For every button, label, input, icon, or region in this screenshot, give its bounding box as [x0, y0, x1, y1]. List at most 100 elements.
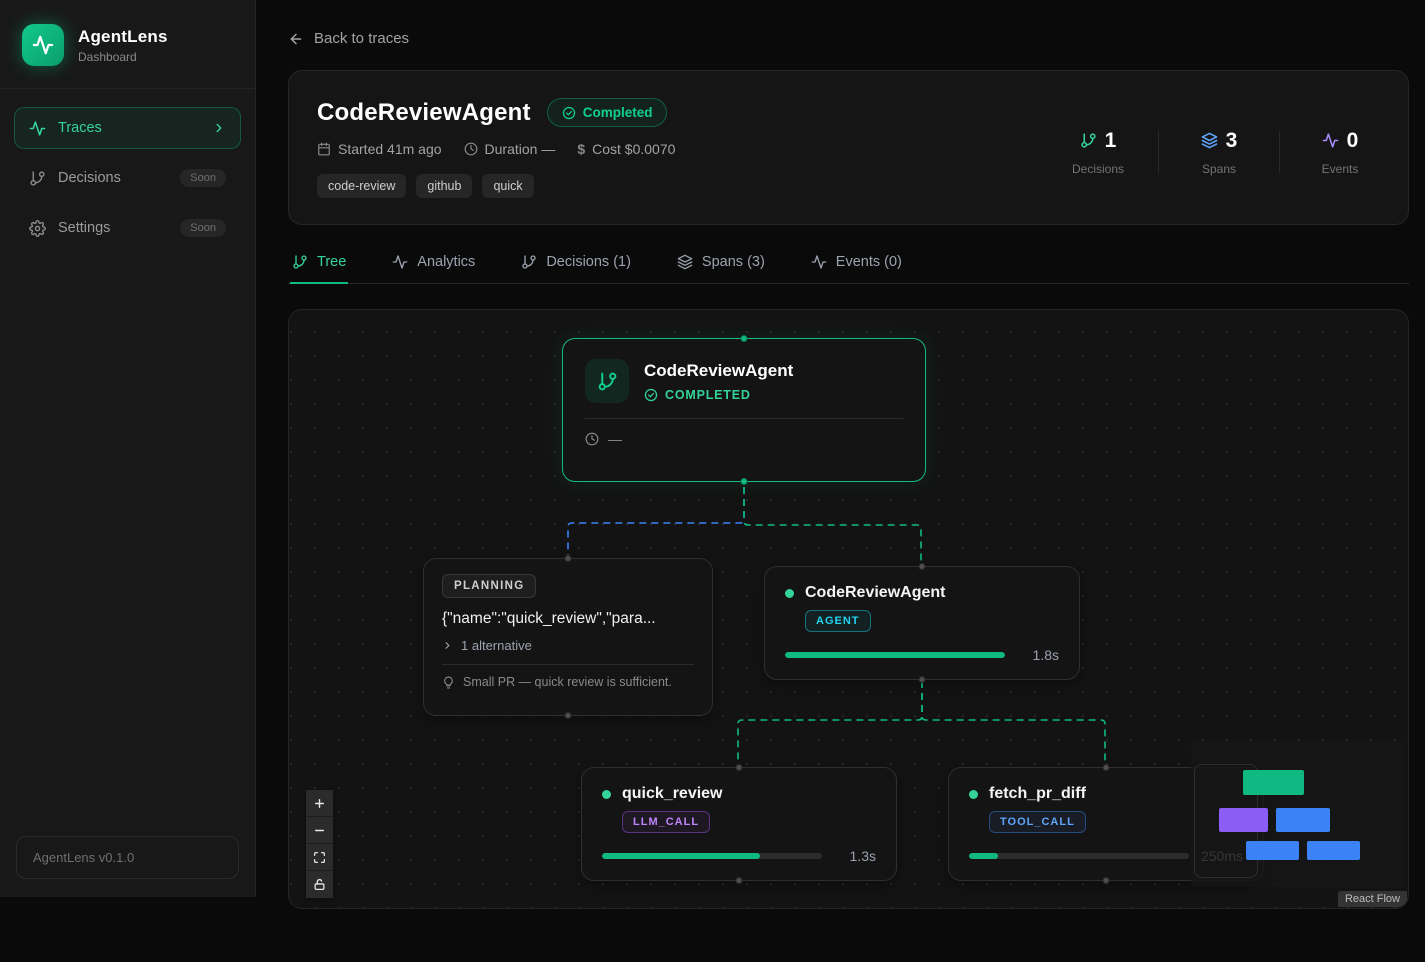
span-duration: 1.8s	[1017, 647, 1059, 663]
stat-label: Spans	[1202, 162, 1236, 176]
minimap-node-root	[1243, 770, 1304, 795]
node-root-agent[interactable]: CodeReviewAgent COMPLETED —	[562, 338, 926, 482]
clock-icon	[464, 142, 478, 156]
decision-type-badge: PLANNING	[442, 574, 536, 598]
fit-view-button[interactable]	[306, 844, 333, 871]
sidebar-header: AgentLens Dashboard	[0, 0, 255, 89]
decision-content: {"name":"quick_review","para...	[442, 610, 694, 628]
minimap-node-tool	[1307, 841, 1360, 860]
back-to-traces-link[interactable]: Back to traces	[288, 30, 409, 47]
nav-label: Settings	[58, 220, 168, 236]
flow-canvas[interactable]: CodeReviewAgent COMPLETED — PLANNING	[288, 309, 1409, 909]
calendar-icon	[317, 142, 331, 156]
node-handle	[741, 478, 748, 485]
soon-badge: Soon	[180, 219, 226, 237]
git-branch-icon	[597, 371, 618, 392]
nav-label: Traces	[58, 120, 200, 136]
minimap-node-agent	[1276, 808, 1330, 832]
fit-view-icon	[313, 851, 326, 864]
node-llm-span[interactable]: quick_review LLM_CALL 1.3s	[581, 767, 897, 881]
activity-icon	[1322, 132, 1339, 149]
node-title: CodeReviewAgent	[644, 361, 793, 381]
node-handle	[1103, 877, 1110, 884]
plus-icon	[313, 797, 326, 810]
chevron-right-icon	[442, 640, 453, 651]
tab-decisions[interactable]: Decisions (1)	[519, 248, 633, 283]
duration-bar-fill	[602, 853, 760, 859]
app-name: AgentLens	[78, 27, 168, 47]
main-content: Back to traces CodeReviewAgent Completed…	[256, 0, 1425, 962]
span-type-badge: LLM_CALL	[622, 811, 710, 833]
span-type-badge: TOOL_CALL	[989, 811, 1086, 833]
duration-bar-fill	[785, 652, 1005, 658]
back-label: Back to traces	[314, 30, 409, 47]
lock-button[interactable]	[306, 871, 333, 898]
node-title: quick_review	[622, 785, 723, 803]
git-branch-icon	[29, 170, 46, 187]
activity-icon	[29, 120, 46, 137]
tab-events[interactable]: Events (0)	[809, 248, 904, 283]
soon-badge: Soon	[180, 169, 226, 187]
stat-decisions: 1 Decisions	[1062, 129, 1134, 176]
sidebar-item-traces[interactable]: Traces	[14, 107, 241, 149]
clock-icon	[585, 432, 599, 446]
git-branch-icon	[292, 254, 308, 270]
stat-events: 0 Events	[1304, 129, 1376, 176]
node-handle	[741, 335, 748, 342]
activity-icon	[392, 254, 408, 270]
activity-icon	[811, 254, 827, 270]
span-type-badge: AGENT	[805, 610, 871, 632]
status-dot	[785, 589, 794, 598]
trace-tags: code-review github quick	[317, 174, 675, 198]
tab-spans[interactable]: Spans (3)	[675, 248, 767, 283]
stat-label: Decisions	[1072, 162, 1124, 176]
sidebar: AgentLens Dashboard Traces Decisions Soo…	[0, 0, 256, 897]
node-handle	[919, 676, 926, 683]
status-dot	[602, 790, 611, 799]
node-handle	[736, 877, 743, 884]
sidebar-item-decisions[interactable]: Decisions Soon	[14, 157, 241, 199]
tag: quick	[482, 174, 533, 198]
layers-icon	[1201, 132, 1218, 149]
app-root: AgentLens Dashboard Traces Decisions Soo…	[0, 0, 1425, 962]
flow-minimap[interactable]	[1191, 742, 1406, 887]
zoom-in-button[interactable]	[306, 790, 333, 817]
arrow-left-icon	[288, 31, 304, 47]
node-planning-decision[interactable]: PLANNING {"name":"quick_review","para...…	[423, 558, 713, 716]
span-duration: 1.3s	[834, 848, 876, 864]
duration-bar-track	[969, 853, 1189, 859]
check-circle-icon	[644, 388, 658, 402]
stat-spans: 3 Spans	[1183, 129, 1255, 176]
node-handle	[919, 563, 926, 570]
app-subtitle: Dashboard	[78, 50, 168, 64]
node-duration: —	[608, 431, 622, 447]
node-agent-span[interactable]: CodeReviewAgent AGENT 1.8s	[764, 566, 1080, 680]
minus-icon	[313, 824, 326, 837]
tag: code-review	[317, 174, 406, 198]
sidebar-item-settings[interactable]: Settings Soon	[14, 207, 241, 249]
tag: github	[416, 174, 472, 198]
node-title: CodeReviewAgent	[805, 584, 945, 602]
status-dot	[969, 790, 978, 799]
node-handle	[1103, 764, 1110, 771]
minimap-node-llm	[1246, 841, 1299, 860]
tab-bar: Tree Analytics Decisions (1) Spans (3) E…	[288, 248, 1409, 284]
tab-analytics[interactable]: Analytics	[390, 248, 477, 283]
divider	[1158, 131, 1159, 173]
decision-hint: Small PR — quick review is sufficient.	[442, 664, 694, 689]
alternatives-toggle[interactable]: 1 alternative	[442, 638, 694, 653]
trace-title: CodeReviewAgent	[317, 99, 531, 127]
duration-meta: Duration —	[464, 141, 556, 157]
app-version: AgentLens v0.1.0	[16, 836, 239, 879]
node-handle	[736, 764, 743, 771]
app-logo	[22, 24, 64, 66]
zoom-out-button[interactable]	[306, 817, 333, 844]
stat-label: Events	[1322, 162, 1359, 176]
duration-bar-track	[785, 652, 1005, 658]
tab-tree[interactable]: Tree	[290, 248, 348, 283]
react-flow-attribution[interactable]: React Flow	[1338, 891, 1407, 907]
git-branch-icon	[1080, 132, 1097, 149]
stat-value: 0	[1347, 129, 1359, 153]
activity-icon	[32, 34, 54, 56]
git-branch-icon	[521, 254, 537, 270]
